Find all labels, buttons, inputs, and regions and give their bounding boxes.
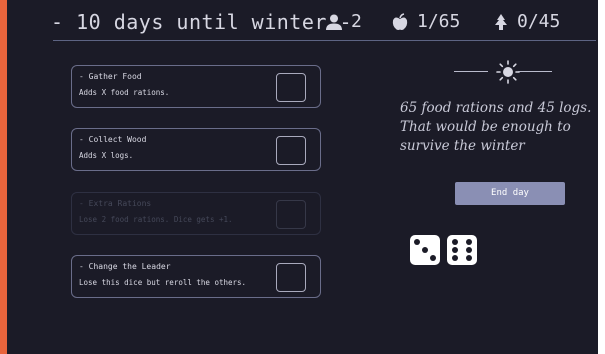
- dice-pip: [452, 255, 458, 261]
- wood-count: 0/45: [517, 11, 561, 32]
- weather-indicator: [454, 60, 552, 84]
- app-window: - 10 days until winter - 2 1/65 0/45 - G…: [0, 0, 605, 354]
- action-title: - Collect Wood: [79, 135, 147, 144]
- dice-pip: [466, 239, 472, 245]
- action-title: - Gather Food: [79, 72, 142, 81]
- food-stat: 1/65: [391, 11, 460, 32]
- dice-pip: [466, 247, 472, 253]
- apple-icon: [392, 12, 408, 30]
- dice-slot[interactable]: [276, 263, 306, 292]
- action-description: Lose 2 food rations. Dice gets +1.: [79, 215, 233, 224]
- accent-bar: [0, 0, 7, 354]
- dice-pip: [466, 255, 472, 261]
- sun-icon: [496, 60, 520, 84]
- food-count: 1/65: [417, 11, 461, 32]
- dice-three[interactable]: [410, 235, 440, 265]
- days-until-winter-title: - 10 days until winter -: [51, 10, 352, 34]
- people-count: 2: [351, 11, 362, 32]
- dice-pip: [430, 255, 436, 261]
- status-message: 65 food rations and 45 logs. That would …: [400, 100, 592, 154]
- dice-pip: [414, 239, 420, 245]
- end-day-button[interactable]: End day: [455, 182, 565, 205]
- action-description: Adds X logs.: [79, 151, 134, 160]
- game-screen: - 10 days until winter - 2 1/65 0/45 - G…: [7, 0, 598, 354]
- dice-slot: [276, 200, 306, 229]
- action-title: - Change the Leader: [79, 262, 171, 271]
- person-icon: [326, 14, 342, 30]
- dice-pip: [422, 247, 428, 253]
- people-stat: 2: [325, 11, 362, 32]
- weather-divider-right: [518, 71, 552, 72]
- weather-divider-left: [454, 71, 488, 72]
- action-extra-rations: - Extra Rations Lose 2 food rations. Dic…: [71, 192, 321, 235]
- tree-icon: [495, 13, 507, 30]
- action-description: Lose this dice but reroll the others.: [79, 278, 247, 287]
- top-bar: - 10 days until winter - 2 1/65 0/45: [7, 0, 598, 42]
- dice-slot[interactable]: [276, 136, 306, 165]
- action-change-leader[interactable]: - Change the Leader Lose this dice but r…: [71, 255, 321, 298]
- dice-pip: [452, 247, 458, 253]
- action-title: - Extra Rations: [79, 199, 152, 208]
- header-divider: [53, 40, 596, 41]
- action-gather-food[interactable]: - Gather Food Adds X food rations.: [71, 65, 321, 108]
- dice-slot[interactable]: [276, 73, 306, 102]
- dice-pip: [452, 239, 458, 245]
- wood-stat: 0/45: [493, 11, 560, 32]
- action-description: Adds X food rations.: [79, 88, 170, 97]
- dice-six[interactable]: [447, 235, 477, 265]
- action-collect-wood[interactable]: - Collect Wood Adds X logs.: [71, 128, 321, 171]
